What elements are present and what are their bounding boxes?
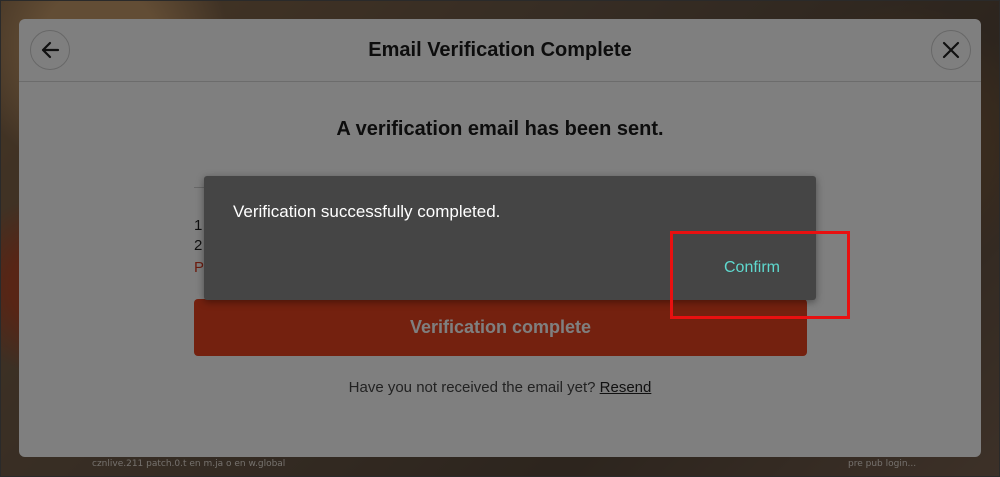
dialog-message: Verification successfully completed.: [233, 202, 501, 221]
highlight-annotation: [670, 231, 850, 319]
